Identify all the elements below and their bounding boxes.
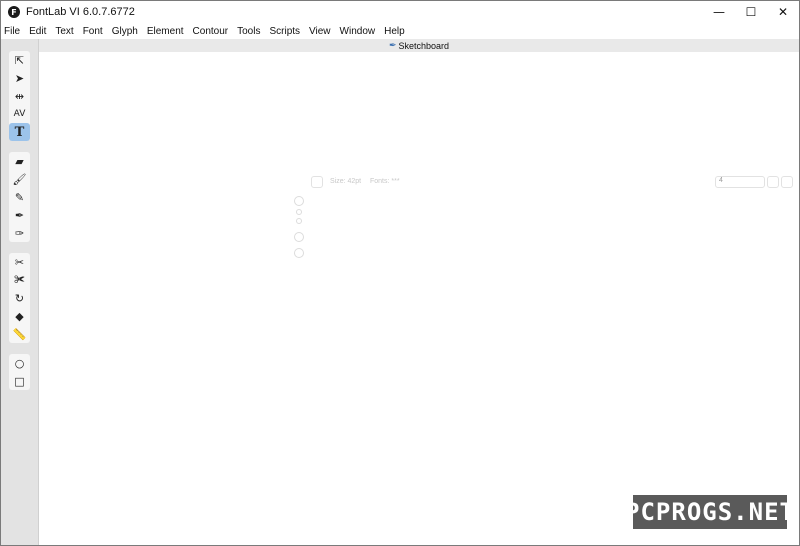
tool-group-drawing: ▰ 🖌 ✎ ✒ ✑: [9, 152, 30, 242]
fonts-label: Fonts: ***: [370, 178, 400, 185]
zoom-value: 4: [719, 177, 723, 184]
zoom-out-button[interactable]: [767, 176, 779, 188]
text-icon[interactable]: T: [9, 123, 30, 141]
handle-circle[interactable]: [294, 232, 304, 242]
menu-bar: File Edit Text Font Glyph Element Contou…: [1, 23, 799, 39]
window-title: FontLab VI 6.0.7.6772: [26, 6, 135, 18]
canvas-options-button[interactable]: [311, 176, 323, 188]
metrics-icon[interactable]: ⇹: [9, 87, 30, 105]
handle-dot[interactable]: [296, 209, 302, 215]
menu-element[interactable]: Element: [144, 26, 188, 37]
handle-circle[interactable]: [294, 248, 304, 258]
tool-group-editing: ✂ ✀ ↻ ◆ 📏: [9, 253, 30, 343]
zoom-in-button[interactable]: [781, 176, 793, 188]
tab-label: Sketchboard: [398, 40, 450, 51]
element-select-icon[interactable]: ➤: [9, 69, 30, 87]
zoom-field[interactable]: 4: [715, 176, 765, 188]
rotate-icon[interactable]: ↻: [9, 289, 30, 307]
pen-nib-icon: ✒: [388, 40, 397, 50]
handle-dot[interactable]: [296, 218, 302, 224]
menu-contour[interactable]: Contour: [190, 26, 233, 37]
fill-icon[interactable]: ◆: [9, 307, 30, 325]
brush-icon[interactable]: 🖌: [9, 170, 30, 188]
pen-icon[interactable]: ✒: [9, 206, 30, 224]
menu-scripts[interactable]: Scripts: [266, 26, 304, 37]
eraser-icon[interactable]: ▰: [9, 152, 30, 170]
menu-text[interactable]: Text: [52, 26, 77, 37]
pencil-icon[interactable]: ✎: [9, 188, 30, 206]
menu-window[interactable]: Window: [337, 26, 380, 37]
app-window: F FontLab VI 6.0.7.6772 — ☐ ✕ File Edit …: [0, 0, 800, 546]
close-button[interactable]: ✕: [767, 1, 799, 23]
menu-edit[interactable]: Edit: [26, 26, 50, 37]
title-bar: F FontLab VI 6.0.7.6772 — ☐ ✕: [1, 1, 799, 23]
handle-circle[interactable]: [294, 196, 304, 206]
ellipse-icon[interactable]: ○: [9, 354, 30, 372]
tool-panel: ⇱ ➤ ⇹ AV T ▰ 🖌 ✎ ✒ ✑ ✂ ✀ ↻ ◆ 📏 ○ □: [1, 39, 39, 545]
maximize-button[interactable]: ☐: [735, 1, 767, 23]
sketchboard-canvas[interactable]: Size: 42pt Fonts: *** 4: [39, 52, 799, 545]
menu-glyph[interactable]: Glyph: [109, 26, 142, 37]
window-controls: — ☐ ✕: [703, 1, 799, 23]
minimize-button[interactable]: —: [703, 1, 735, 23]
size-label: Size: 42pt: [330, 178, 362, 185]
fontlab-logo-icon: F: [8, 6, 20, 18]
menu-file[interactable]: File: [1, 26, 24, 37]
kerning-icon[interactable]: AV: [9, 105, 30, 123]
scissors-icon[interactable]: ✀: [9, 271, 30, 289]
watermark: PCPROGS.NET: [625, 495, 794, 529]
menu-font[interactable]: Font: [80, 26, 107, 37]
knife-icon[interactable]: ✂: [9, 253, 30, 271]
rectangle-icon[interactable]: □: [9, 372, 30, 390]
contour-select-icon[interactable]: ⇱: [9, 51, 30, 69]
menu-view[interactable]: View: [306, 26, 335, 37]
tool-group-shapes: ○ □: [9, 354, 30, 390]
ruler-icon[interactable]: 📏: [9, 325, 30, 343]
rapidograph-icon[interactable]: ✑: [9, 224, 30, 242]
menu-help[interactable]: Help: [381, 26, 409, 37]
tab-sketchboard[interactable]: ✒ Sketchboard: [39, 39, 799, 52]
menu-tools[interactable]: Tools: [234, 26, 264, 37]
tool-group-selection: ⇱ ➤ ⇹ AV T: [9, 51, 30, 141]
